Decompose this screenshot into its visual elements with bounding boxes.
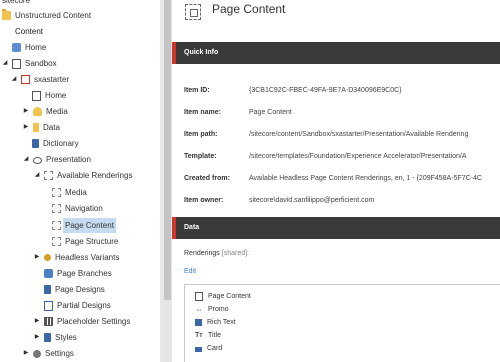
media-icon [33, 107, 42, 116]
tree-item-partial-designs[interactable]: Partial Designs [44, 298, 111, 313]
section-title: Quick Info [184, 49, 219, 56]
tree-item-unstructured-content[interactable]: Unstructured Content [2, 8, 91, 23]
expand-right-icon[interactable]: ▶ [33, 330, 41, 345]
variants-icon [44, 254, 51, 261]
tree-item-sxastarter[interactable]: ◢ sxastarter [10, 72, 69, 87]
field-item-path: Item path: /sitecore/content/Sandbox/sxa… [184, 131, 469, 138]
item-title: Page Content [212, 2, 286, 16]
eye-icon [33, 157, 42, 164]
promo-icon: ⇔ [195, 304, 203, 314]
field-created-from: Created from: Available Headless Page Co… [184, 175, 482, 182]
rendering-item-page-content[interactable]: Page Content [195, 291, 251, 302]
tree-item-data[interactable]: ▶ Data [22, 120, 60, 135]
rendering-icon [185, 4, 201, 20]
page-icon [32, 90, 41, 101]
expand-right-icon[interactable]: ▶ [33, 250, 41, 265]
tree-item-presentation[interactable]: ◢ Presentation [22, 152, 91, 167]
expand-right-icon[interactable]: ▶ [22, 346, 30, 361]
field-item-owner: Item owner: sitecore\david.sanfilippo@pe… [184, 197, 375, 204]
placeholder-icon [44, 317, 53, 326]
section-quick-info[interactable]: Quick Info [172, 42, 500, 64]
expand-down-icon[interactable]: ◢ [22, 152, 30, 167]
renderings-list: Page Content ⇔ Promo Rich Text Tт Title … [184, 284, 500, 362]
field-item-id: Item ID: {3CB1C92C-FBEC-49FA-9E7A-D34009… [184, 87, 402, 94]
branch-icon [44, 269, 53, 278]
field-template: Template: /sitecore/templates/Foundation… [184, 153, 467, 160]
expand-down-icon[interactable]: ◢ [33, 168, 41, 183]
card-icon [195, 346, 202, 352]
rendering-item-card[interactable]: Card [195, 343, 222, 354]
renderings-folder-icon [44, 171, 53, 180]
rendering-icon [52, 237, 61, 246]
content-tree: sitecore Unstructured Content Content Ho… [0, 0, 160, 362]
renderings-field-label: Renderings [shared]: [184, 250, 250, 257]
data-icon [33, 123, 39, 132]
tree-item-placeholder-settings[interactable]: ▶ Placeholder Settings [33, 314, 130, 329]
tree-item-home[interactable]: Home [12, 40, 46, 55]
tree-item-dictionary[interactable]: Dictionary [32, 136, 79, 151]
page-icon [195, 292, 203, 301]
tree-item-styles[interactable]: ▶ Styles [33, 330, 77, 345]
tree-item-settings[interactable]: ▶ Settings [22, 346, 74, 361]
tree-item-sitecore[interactable]: sitecore [2, 0, 30, 8]
expand-right-icon[interactable]: ▶ [22, 120, 30, 135]
field-item-name: Item name: Page Content [184, 109, 292, 116]
expand-right-icon[interactable]: ▶ [22, 104, 30, 119]
site-icon [21, 75, 30, 84]
tree-item-sandbox[interactable]: ◢ Sandbox [1, 56, 57, 71]
tree-item-content[interactable]: Content [2, 24, 43, 39]
section-data[interactable]: Data [172, 217, 500, 239]
tree-item-page-structure[interactable]: Page Structure [52, 234, 118, 249]
settings-icon [33, 349, 41, 358]
rendering-icon [52, 188, 61, 197]
rendering-item-promo[interactable]: ⇔ Promo [195, 304, 229, 315]
tree-scrollbar-thumb[interactable] [164, 0, 171, 300]
title-icon: Tт [195, 331, 203, 339]
tree-item-page-content[interactable]: Page Content [52, 218, 116, 233]
home-icon [12, 43, 21, 52]
expand-right-icon[interactable]: ▶ [33, 314, 41, 329]
rendering-icon [52, 221, 61, 230]
tree-item-site-home[interactable]: Home [32, 88, 66, 103]
item-header: Page Content [172, 0, 500, 38]
page-designs-icon [44, 285, 51, 294]
tree-item-page-branches[interactable]: Page Branches [44, 266, 112, 281]
expand-down-icon[interactable]: ◢ [10, 72, 18, 87]
rich-text-icon [195, 319, 202, 326]
rendering-icon [52, 204, 61, 213]
tree-item-headless-variants[interactable]: ▶ Headless Variants [33, 250, 120, 265]
tree-item-renderings-media[interactable]: Media [52, 185, 87, 200]
folder-icon [2, 9, 11, 20]
dictionary-icon [32, 139, 39, 148]
edit-link[interactable]: Edit [184, 268, 196, 275]
item-editor: Page Content Quick Info Item ID: {3CB1C9… [172, 0, 500, 362]
expand-down-icon[interactable]: ◢ [1, 56, 9, 71]
rendering-item-title[interactable]: Tт Title [195, 330, 221, 341]
partial-designs-icon [44, 300, 53, 311]
styles-icon [44, 333, 51, 342]
tree-item-media[interactable]: ▶ Media [22, 104, 68, 119]
tree-item-available-renderings[interactable]: ◢ Available Renderings [33, 168, 132, 183]
tree-item-navigation[interactable]: Navigation [52, 201, 103, 216]
rendering-item-rich-text[interactable]: Rich Text [195, 317, 236, 328]
section-title: Data [184, 224, 200, 231]
tree-item-page-designs[interactable]: Page Designs [44, 282, 105, 297]
folder-tenant-icon [12, 58, 21, 69]
